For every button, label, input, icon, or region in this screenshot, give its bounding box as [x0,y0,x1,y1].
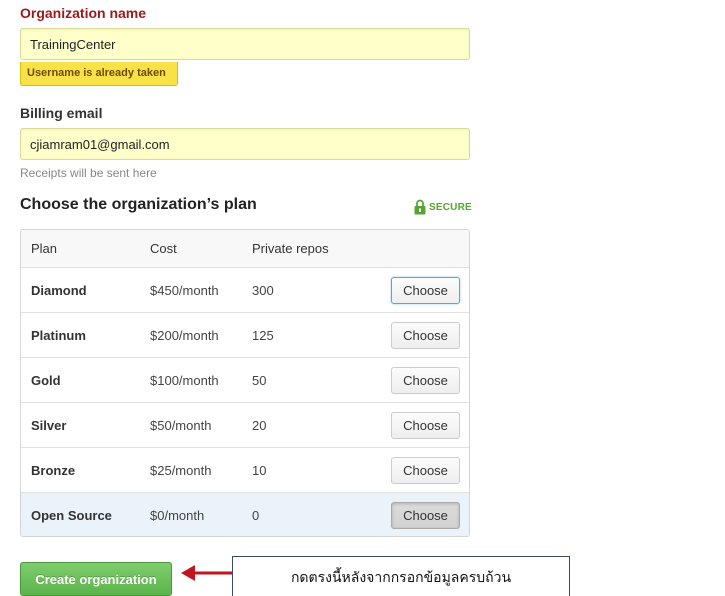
new-organization-form: Organization name Username is already ta… [0,0,725,596]
plan-row-silver: Silver $50/month 20 Choose [21,402,469,447]
billing-email-hint: Receipts will be sent here [20,166,157,180]
plan-name: Bronze [31,462,76,478]
plan-name: Silver [31,417,67,433]
plan-name: Diamond [31,282,87,298]
organization-name-input[interactable] [20,28,470,60]
plan-cost: $200/month [150,327,219,343]
plan-cost: $0/month [150,507,205,523]
choose-diamond-button[interactable]: Choose [391,277,460,304]
choose-silver-button[interactable]: Choose [391,412,460,439]
column-header-cost: Cost [150,241,177,256]
plan-private-repos: 0 [252,507,260,523]
plan-row-open-source: Open Source $0/month 0 Choose [21,492,469,536]
secure-label: SECURE [429,201,472,213]
plan-table-header: Plan Cost Private repos [21,230,469,267]
plan-cost: $25/month [150,462,212,478]
organization-name-label: Organization name [20,5,147,21]
plan-private-repos: 10 [252,462,267,478]
plan-cost: $100/month [150,372,219,388]
plan-cost: $450/month [150,282,219,298]
plan-private-repos: 300 [252,282,274,298]
plan-row-bronze: Bronze $25/month 10 Choose [21,447,469,492]
plan-table: Plan Cost Private repos Diamond $450/mon… [20,229,470,537]
billing-email-input[interactable] [20,128,470,160]
plan-section-title: Choose the organization’s plan [20,196,257,213]
annotation-callout: กดตรงนี้หลังจากกรอกข้อมูลครบถ้วน [232,556,570,596]
choose-bronze-button[interactable]: Choose [391,457,460,484]
choose-platinum-button[interactable]: Choose [391,322,460,349]
username-taken-error: Username is already taken [20,62,178,86]
plan-private-repos: 20 [252,417,267,433]
plan-row-diamond: Diamond $450/month 300 Choose [21,267,469,312]
secure-indicator: SECURE [414,199,472,215]
plan-row-gold: Gold $100/month 50 Choose [21,357,469,402]
lock-icon [414,199,426,215]
choose-gold-button[interactable]: Choose [391,367,460,394]
arrow-left-icon [181,565,232,581]
plan-row-platinum: Platinum $200/month 125 Choose [21,312,469,357]
plan-name: Open Source [31,507,112,523]
billing-email-label: Billing email [20,105,103,121]
choose-open-source-button[interactable]: Choose [391,502,460,529]
plan-name: Gold [31,372,61,388]
plan-private-repos: 50 [252,372,267,388]
column-header-plan: Plan [31,241,58,256]
column-header-private-repos: Private repos [252,241,329,256]
create-organization-button[interactable]: Create organization [20,562,172,596]
plan-private-repos: 125 [252,327,274,343]
plan-name: Platinum [31,327,86,343]
plan-cost: $50/month [150,417,212,433]
